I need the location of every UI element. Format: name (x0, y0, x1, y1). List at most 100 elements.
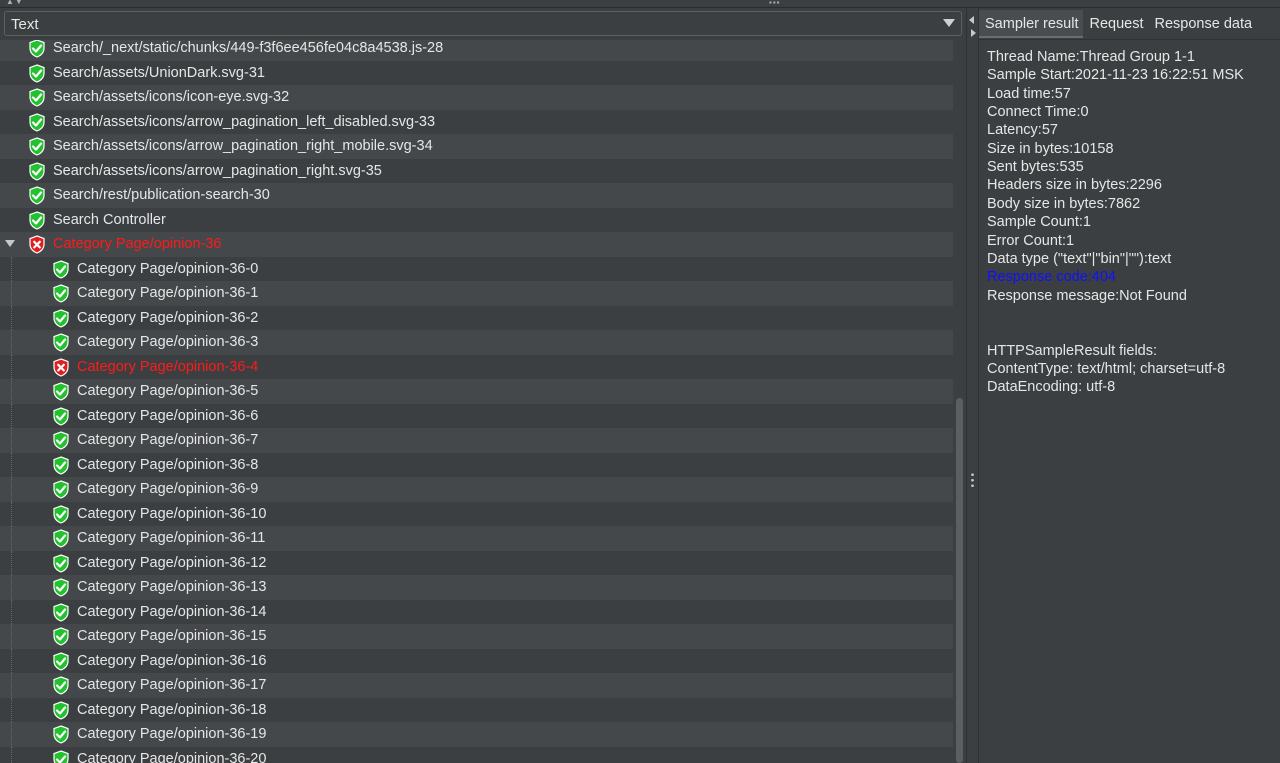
tree-row-label: Category Page/opinion-36-10 (77, 505, 267, 522)
green-shield-check-icon (28, 63, 46, 83)
tree-row[interactable]: Category Page/opinion-36-5 (0, 379, 953, 404)
collapse-left-icon[interactable] (969, 16, 974, 24)
tree-row[interactable]: Category Page/opinion-36-20 (0, 746, 953, 763)
tree-row-label: Category Page/opinion-36-0 (77, 260, 259, 277)
tree-guide-line (11, 722, 12, 747)
sampler-result-line: Sample Count:1 (987, 214, 1091, 231)
tree-row[interactable]: Category Page/opinion-36-3 (0, 330, 953, 355)
results-tree-pane: Text Search/_next/static/chunks/449-f3f6… (0, 8, 966, 763)
tree-row[interactable]: Search/assets/icons/arrow_pagination_rig… (0, 134, 953, 159)
tree-row[interactable]: Search/assets/icons/icon-eye.svg-32 (0, 85, 953, 110)
tree-row[interactable]: Category Page/opinion-36-6 (0, 403, 953, 428)
pane-splitter[interactable] (966, 8, 979, 763)
green-shield-check-icon (52, 602, 70, 622)
tree-row-label: Search/_next/static/chunks/449-f3f6ee456… (53, 40, 444, 56)
green-shield-check-icon (52, 259, 70, 279)
tree-row-label: Search/assets/icons/arrow_pagination_rig… (53, 162, 382, 179)
tree-row[interactable]: Category Page/opinion-36-14 (0, 599, 953, 624)
tree-row[interactable]: Category Page/opinion-36-17 (0, 673, 953, 698)
tree-guide-line (11, 452, 12, 477)
sample-detail-pane: Sampler result Request Response data Threa… (979, 8, 1280, 763)
tree-row-label: Category Page/opinion-36-1 (77, 285, 259, 301)
tree-row[interactable]: Category Page/opinion-36-7 (0, 428, 953, 453)
expand-toggle-icon[interactable] (5, 240, 15, 247)
green-shield-check-icon (52, 578, 70, 597)
green-shield-check-icon (52, 455, 70, 475)
green-shield-check-icon (28, 137, 46, 156)
drag-grip-icon[interactable]: ▪▪▪ (769, 0, 781, 7)
results-tree[interactable]: Search/_next/static/chunks/449-f3f6ee456… (0, 40, 953, 763)
tree-row[interactable]: Category Page/opinion-36-10 (0, 501, 953, 526)
tree-guide-line (11, 256, 12, 281)
tree-guide-line (11, 330, 12, 355)
splitter-grip-icon[interactable] (971, 472, 974, 488)
tree-guide-line (11, 673, 12, 698)
tab-request[interactable]: Request (1083, 10, 1148, 38)
tree-row[interactable]: Category Page/opinion-36-1 (0, 281, 953, 306)
sampler-result-line: Response message:Not Found (987, 287, 1187, 304)
tree-row-label: Category Page/opinion-36-15 (77, 628, 267, 644)
split-arrows-icon[interactable]: ▲▼ (6, 0, 24, 6)
tree-scrollbar[interactable] (953, 40, 966, 763)
tree-guide-line (11, 501, 12, 526)
green-shield-check-icon (28, 161, 46, 181)
green-shield-check-icon (52, 431, 70, 450)
tree-row[interactable]: Search/assets/UnionDark.svg-31 (0, 60, 953, 85)
green-shield-check-icon (52, 504, 70, 524)
tree-row[interactable]: Search/_next/static/chunks/449-f3f6ee456… (0, 40, 953, 61)
tree-row[interactable]: Category Page/opinion-36-0 (0, 256, 953, 281)
tree-row[interactable]: Search/assets/icons/arrow_pagination_lef… (0, 109, 953, 134)
tree-row-label: Category Page/opinion-36-6 (77, 407, 259, 424)
green-shield-check-icon (28, 40, 46, 58)
sampler-result-line: Body size in bytes:7862 (987, 195, 1141, 212)
tree-guide-line (11, 403, 12, 428)
chevron-down-icon[interactable] (943, 19, 955, 27)
tree-row[interactable]: Category Page/opinion-36-19 (0, 722, 953, 747)
tree-row-label: Search/assets/UnionDark.svg-31 (53, 64, 265, 81)
tree-row-label: Category Page/opinion-36-16 (77, 652, 267, 669)
tree-row[interactable]: Category Page/opinion-36 (0, 232, 953, 257)
sampler-result-line: DataEncoding: utf-8 (987, 379, 1116, 396)
tree-row[interactable]: Category Page/opinion-36-8 (0, 452, 953, 477)
tree-row-label: Category Page/opinion-36-7 (77, 432, 259, 448)
green-shield-check-icon (52, 333, 70, 352)
green-shield-check-icon (52, 676, 70, 695)
tree-scrollbar-thumb[interactable] (956, 398, 963, 763)
tree-row[interactable]: Search/assets/icons/arrow_pagination_rig… (0, 158, 953, 183)
renderer-select[interactable]: Text (4, 11, 962, 36)
tree-row-label: Category Page/opinion-36-20 (77, 750, 267, 763)
sampler-result-line: Size in bytes:10158 (987, 140, 1114, 157)
tree-row[interactable]: Category Page/opinion-36-4 (0, 354, 953, 379)
tree-row[interactable]: Category Page/opinion-36-12 (0, 550, 953, 575)
tree-row[interactable]: Category Page/opinion-36-9 (0, 477, 953, 502)
tree-row[interactable]: Category Page/opinion-36-16 (0, 648, 953, 673)
tree-row[interactable]: Category Page/opinion-36-18 (0, 697, 953, 722)
sampler-result-line: Load time:57 (987, 85, 1071, 102)
tree-row[interactable]: Category Page/opinion-36-11 (0, 526, 953, 551)
tree-row-label: Category Page/opinion-36-12 (77, 554, 267, 571)
sampler-result-line: Response code:404 (987, 269, 1116, 286)
tree-row[interactable]: Category Page/opinion-36-2 (0, 305, 953, 330)
tree-guide-line (11, 281, 12, 306)
green-shield-check-icon (52, 627, 70, 646)
tab-sampler-result[interactable]: Sampler result (979, 10, 1084, 38)
green-shield-check-icon (52, 480, 70, 499)
tree-row[interactable]: Search Controller (0, 207, 953, 232)
tree-row[interactable]: Search/rest/publication-search-30 (0, 183, 953, 208)
tree-row-label: Search Controller (53, 211, 166, 228)
tree-row-label: Category Page/opinion-36-19 (77, 726, 267, 742)
green-shield-check-icon (52, 700, 70, 720)
tree-row-label: Category Page/opinion-36-5 (77, 383, 259, 399)
tab-response-data[interactable]: Response data (1149, 10, 1258, 38)
sampler-result-text[interactable]: Thread Name:Thread Group 1-1 Sample Start… (979, 39, 1280, 763)
green-shield-check-icon (52, 308, 70, 328)
sampler-result-line: ContentType: text/html; charset=utf-8 (987, 360, 1226, 377)
tree-guide-line (11, 305, 12, 330)
collapse-right-icon[interactable] (971, 29, 976, 37)
red-shield-x-icon (28, 235, 46, 254)
tree-row-label: Search/rest/publication-search-30 (53, 187, 270, 203)
tree-row[interactable]: Category Page/opinion-36-15 (0, 624, 953, 649)
tree-row[interactable]: Category Page/opinion-36-13 (0, 575, 953, 600)
sampler-result-line: Sample Start:2021-11-23 16:22:51 MSK (987, 67, 1244, 84)
tree-row-label: Search/assets/icons/arrow_pagination_rig… (53, 138, 433, 154)
